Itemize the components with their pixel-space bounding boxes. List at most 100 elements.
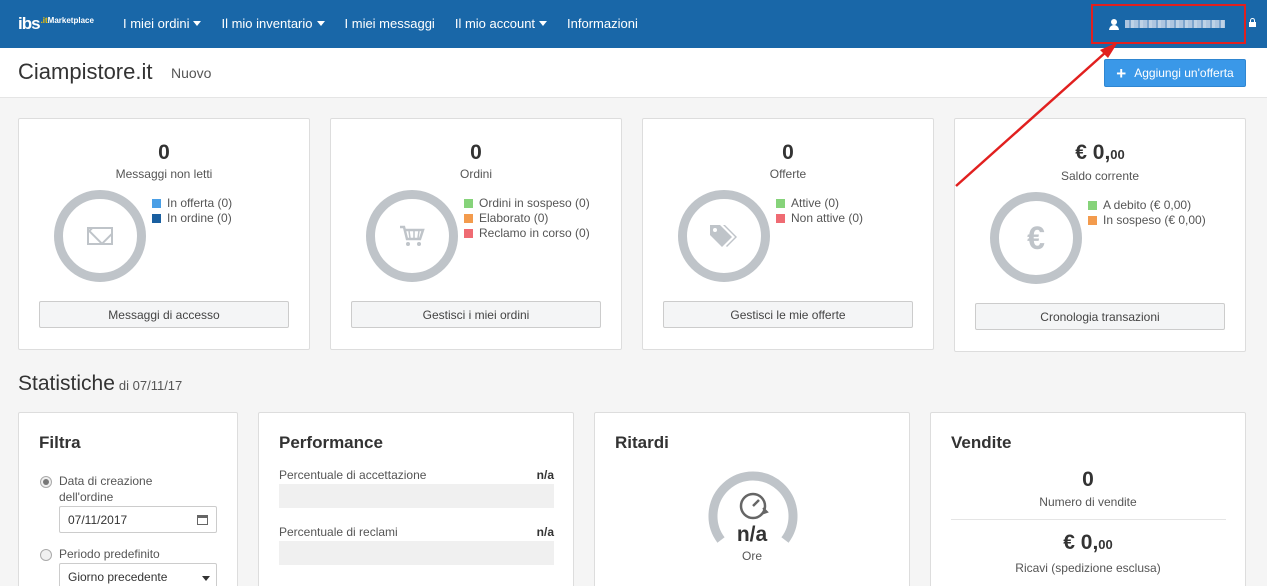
euro-icon: € [1027, 219, 1045, 256]
nav-my-messages[interactable]: I miei messaggi [345, 16, 435, 31]
user-icon [1109, 18, 1119, 30]
legend-swatch [464, 229, 473, 238]
delays-title: Ritardi [615, 433, 669, 452]
store-status-badge: Nuovo [171, 65, 212, 81]
legend-item: Attive (0) [776, 196, 863, 211]
cart-icon [400, 225, 425, 246]
offers-card: 0 Offerte Attive (0) Non attive (0) Gest… [642, 118, 934, 350]
acceptance-rate-value: n/a [536, 468, 554, 482]
sales-count: 0 [1082, 468, 1094, 491]
legend-swatch [464, 199, 473, 208]
page-title: Ciampistore.it [18, 59, 153, 84]
nav-my-orders[interactable]: I miei ordini [123, 16, 202, 31]
orders-card: 0 Ordini Ordini in sospeso (0) Elaborato… [330, 118, 622, 350]
legend-item: In offerta (0) [152, 196, 232, 211]
acceptance-rate-bar [279, 484, 554, 508]
complaints-rate-value: n/a [536, 525, 554, 539]
delays-unit: Ore [741, 549, 762, 563]
offers-ring [678, 190, 770, 282]
current-balance-label: Saldo corrente [1060, 169, 1140, 183]
legend-item: Reclamo in corso (0) [464, 226, 590, 241]
filter-title: Filtra [39, 433, 81, 452]
date-input[interactable]: 07/11/2017 [59, 506, 217, 533]
chevron-down-icon [539, 21, 548, 26]
legend-swatch [776, 199, 785, 208]
manage-orders-button[interactable]: Gestisci i miei ordini [351, 301, 601, 328]
predefined-period-label: Periodo predefinito [59, 547, 160, 561]
tags-icon [710, 225, 737, 247]
performance-panel: Performance Percentuale di accettazione … [258, 412, 574, 586]
nav-info[interactable]: Informazioni [567, 16, 638, 31]
delays-panel: Ritardi n/a Ore [594, 412, 910, 586]
logo-text: ibs [18, 14, 41, 33]
legend-swatch [152, 214, 161, 223]
unread-messages-count: 0 [158, 141, 170, 164]
complaints-rate-row: Percentuale di reclami n/a [279, 525, 554, 539]
manage-offers-button[interactable]: Gestisci le mie offerte [663, 301, 913, 328]
user-account-menu[interactable] [1091, 4, 1246, 44]
legend-item: A debito (€ 0,00) [1088, 198, 1206, 213]
legend-swatch [776, 214, 785, 223]
period-select[interactable]: Giorno precedente [59, 563, 217, 586]
sales-panel: Vendite 0 Numero di vendite € 0,00 Ricav… [930, 412, 1246, 586]
chevron-down-icon [202, 576, 210, 581]
marketplace-logo[interactable]: ibs .itMarketplace [18, 14, 94, 34]
transaction-history-button[interactable]: Cronologia transazioni [975, 303, 1225, 330]
legend-swatch [152, 199, 161, 208]
messages-card: 0 Messaggi non letti In offerta (0) In o… [18, 118, 310, 350]
orders-count: 0 [470, 141, 482, 164]
legend-item: Elaborato (0) [464, 211, 590, 226]
balance-ring: € [990, 192, 1082, 284]
nav-my-account[interactable]: Il mio account [455, 16, 548, 31]
offers-legend: Attive (0) Non attive (0) [776, 196, 863, 226]
lock-icon[interactable] [1249, 18, 1256, 27]
offers-count: 0 [782, 141, 794, 164]
creation-date-radio[interactable] [40, 476, 52, 488]
sales-title: Vendite [951, 433, 1012, 452]
balance-card: € 0,00 Saldo corrente € A debito (€ 0,00… [954, 118, 1246, 352]
orders-label: Ordini [459, 167, 492, 181]
plus-icon: + [1116, 63, 1127, 83]
predefined-period-radio[interactable] [40, 549, 52, 561]
filter-panel: Filtra Data di creazione dell'ordine 07/… [18, 412, 238, 586]
add-offer-button[interactable]: + Aggiungi un'offerta [1104, 59, 1246, 87]
sales-divider [951, 519, 1226, 520]
calendar-icon[interactable] [197, 515, 208, 525]
legend-swatch [1088, 216, 1097, 225]
page-header: Ciampistore.it Nuovo + Aggiungi un'offer… [0, 48, 1267, 98]
logo-it: .it [40, 16, 48, 25]
orders-legend: Ordini in sospeso (0) Elaborato (0) Recl… [464, 196, 590, 241]
chevron-down-icon [193, 21, 202, 26]
legend-item: Ordini in sospeso (0) [464, 196, 590, 211]
top-navbar: ibs .itMarketplace I miei ordini Il mio … [0, 0, 1267, 48]
access-messages-button[interactable]: Messaggi di accesso [39, 301, 289, 328]
legend-swatch [464, 214, 473, 223]
legend-item: In sospeso (€ 0,00) [1088, 213, 1206, 228]
main-menu: I miei ordini Il mio inventario I miei m… [123, 16, 658, 31]
sales-count-label: Numero di vendite [1039, 495, 1137, 509]
orders-ring [366, 190, 458, 282]
legend-item: In ordine (0) [152, 211, 232, 226]
offers-label: Offerte [769, 167, 807, 181]
messages-ring [54, 190, 146, 282]
delays-value: n/a [736, 523, 768, 546]
user-name-blurred [1125, 20, 1225, 28]
messages-legend: In offerta (0) In ordine (0) [152, 196, 232, 226]
balance-legend: A debito (€ 0,00) In sospeso (€ 0,00) [1088, 198, 1206, 228]
current-balance-value: € 0,00 [1075, 141, 1125, 164]
envelope-icon [87, 227, 113, 245]
performance-title: Performance [279, 433, 383, 452]
complaints-rate-bar [279, 541, 554, 565]
acceptance-rate-row: Percentuale di accettazione n/a [279, 468, 554, 482]
nav-my-inventory[interactable]: Il mio inventario [221, 16, 325, 31]
legend-swatch [1088, 201, 1097, 210]
chevron-down-icon [316, 21, 325, 26]
unread-messages-label: Messaggi non letti [115, 167, 213, 181]
revenue-label: Ricavi (spedizione esclusa) [1015, 561, 1161, 575]
revenue-value: € 0,00 [1063, 531, 1113, 554]
statistics-date: di 07/11/17 [118, 378, 183, 393]
statistics-heading: Statistiche di 07/11/17 [18, 372, 183, 395]
legend-item: Non attive (0) [776, 211, 863, 226]
logo-subtitle: Marketplace [47, 16, 94, 25]
creation-date-label: Data di creazione dell'ordine [59, 474, 153, 504]
